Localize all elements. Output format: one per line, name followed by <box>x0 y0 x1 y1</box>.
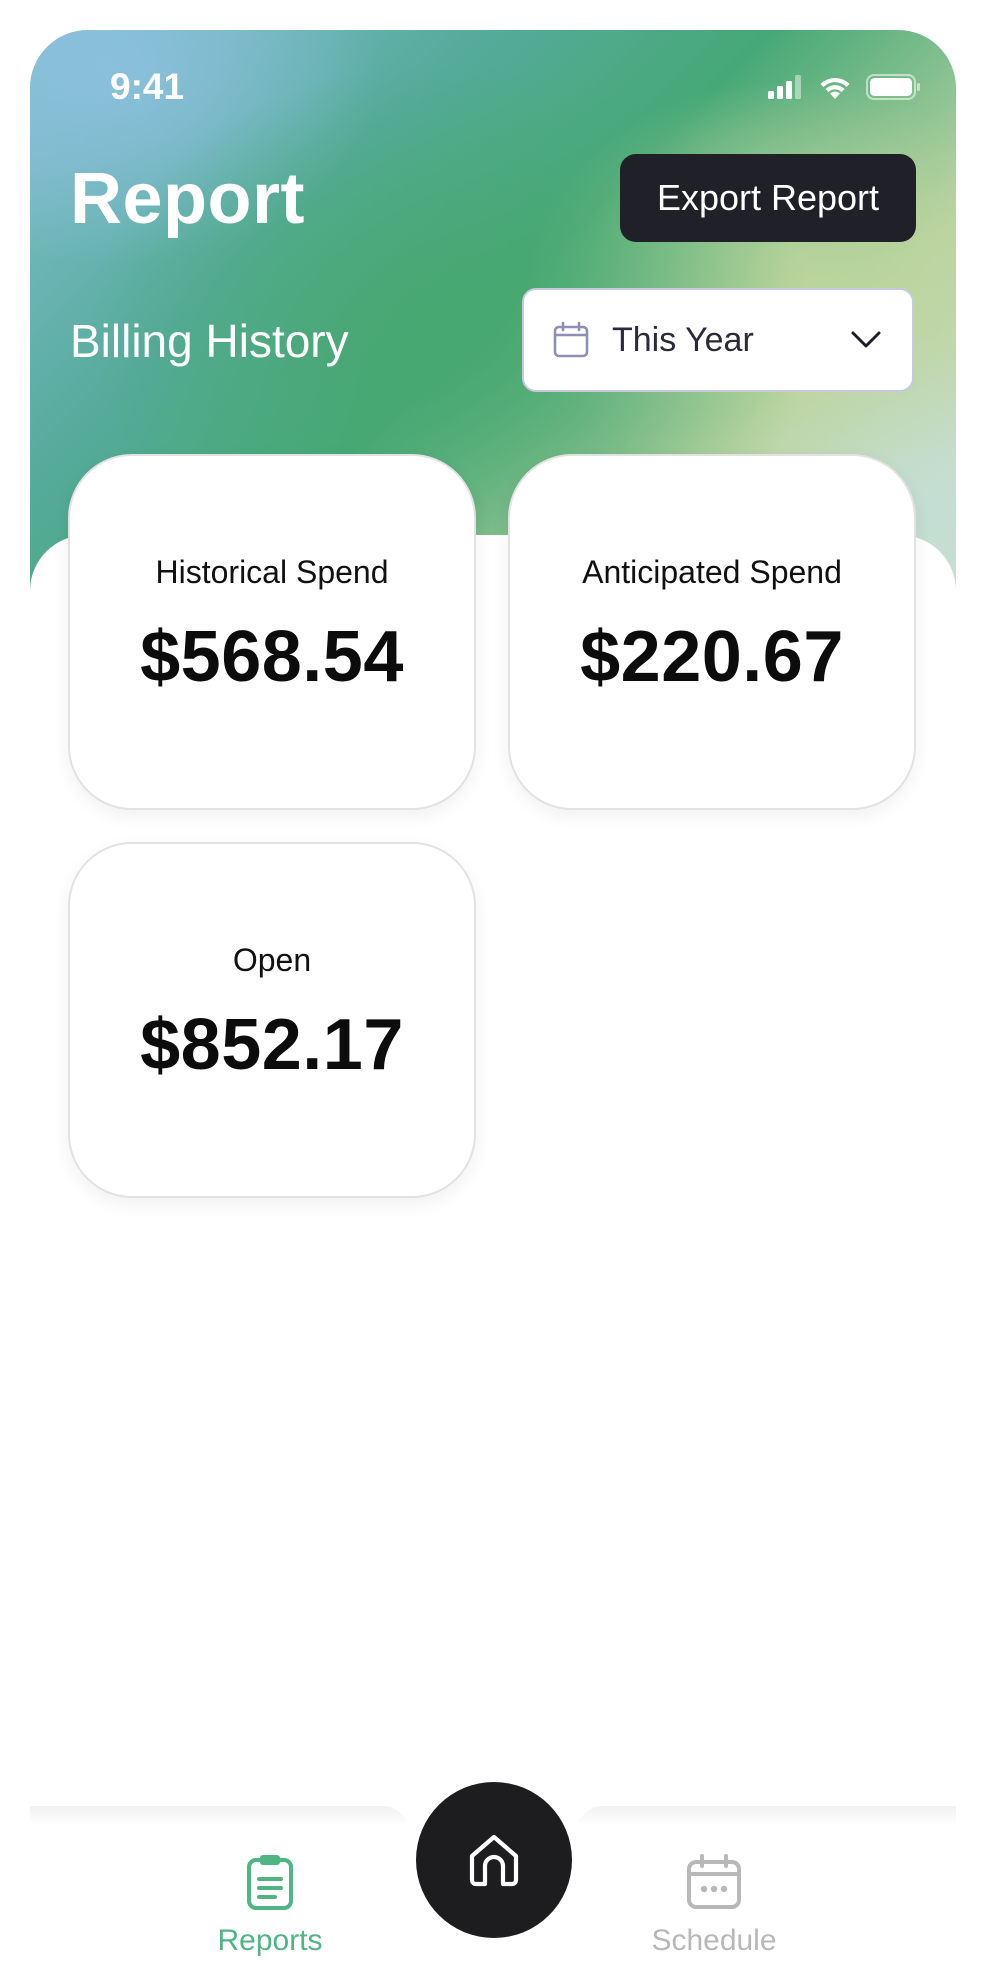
card-value: $220.67 <box>580 617 844 697</box>
period-select[interactable]: This Year <box>522 288 914 392</box>
tab-schedule[interactable]: Schedule <box>614 1854 814 1958</box>
status-bar: 9:41 <box>30 30 956 140</box>
status-icons <box>768 74 922 100</box>
chevron-down-icon <box>851 331 881 348</box>
page-title: Report <box>70 159 305 239</box>
home-button[interactable] <box>416 1782 572 1938</box>
battery-icon <box>866 74 920 100</box>
wifi-icon <box>820 77 850 99</box>
tab-reports[interactable]: Reports <box>170 1854 370 1958</box>
card-label: Historical Spend <box>155 554 389 590</box>
open-card[interactable]: Open $852.17 <box>68 842 476 1198</box>
card-label: Anticipated Spend <box>582 554 842 590</box>
billing-history-label: Billing History <box>70 315 349 367</box>
period-select-value: This Year <box>612 320 754 359</box>
calendar-icon <box>553 321 589 358</box>
tab-label: Reports <box>217 1924 323 1957</box>
clipboard-icon <box>247 1855 293 1910</box>
device-screen: 9:41 Report Export Report Billing Histor… <box>30 30 956 1962</box>
status-time: 9:41 <box>110 66 185 107</box>
home-icon <box>469 1834 519 1887</box>
calendar-icon <box>687 1854 741 1909</box>
card-value: $568.54 <box>140 617 404 697</box>
export-report-button[interactable]: Export Report <box>620 154 916 242</box>
card-label: Open <box>232 942 312 978</box>
tab-label: Schedule <box>651 1924 777 1957</box>
signal-icon <box>768 75 801 99</box>
anticipated-spend-card[interactable]: Anticipated Spend $220.67 <box>508 454 916 810</box>
card-value: $852.17 <box>140 1005 404 1085</box>
historical-spend-card[interactable]: Historical Spend $568.54 <box>68 454 476 810</box>
